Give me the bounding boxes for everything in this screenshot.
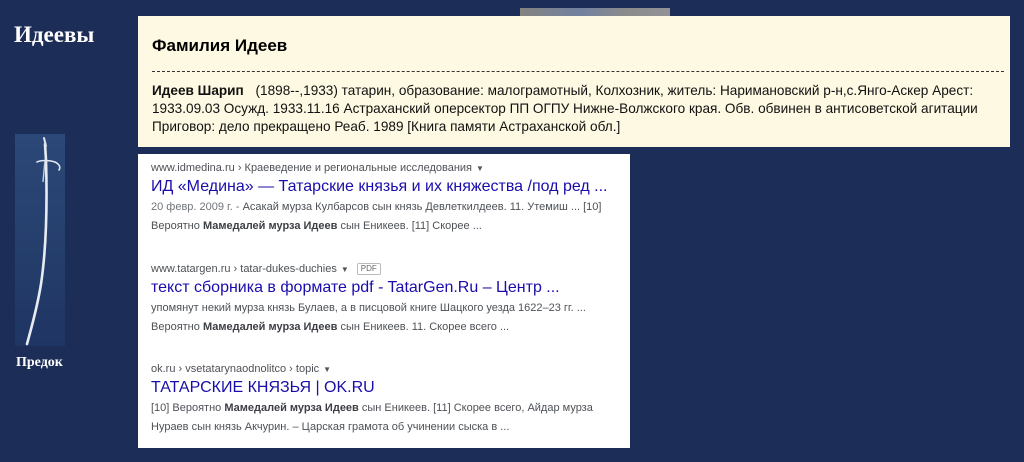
result-snippet-line: [10] Вероятно Мамедалей мурза Идеев сын …	[151, 402, 593, 414]
person-name: Идеев Шарип	[152, 83, 244, 98]
search-results-panel: www.idmedina.ru › Краеведение и регионал…	[138, 154, 630, 448]
result-breadcrumb[interactable]: www.tatargen.ru › tatar-dukes-duchies ▼ PD…	[151, 261, 626, 277]
surname-card: Фамилия Идеев Идеев Шарип (1898--,1933) …	[138, 16, 1010, 147]
pdf-badge: PDF	[356, 263, 381, 275]
result-snippet-line: Вероятно Мамедалей мурза Идеев сын Енике…	[151, 220, 482, 232]
sword-icon	[25, 137, 61, 346]
chevron-down-icon[interactable]: ▼	[476, 164, 484, 173]
chevron-down-icon[interactable]: ▼	[341, 265, 349, 274]
ancestor-sword-image	[15, 134, 65, 346]
result-title-link[interactable]: ТАТАРСКИЕ КНЯЗЬЯ | OK.RU	[151, 377, 626, 399]
search-result: www.idmedina.ru › Краеведение и регионал…	[151, 160, 626, 236]
chevron-down-icon[interactable]: ▼	[323, 365, 331, 374]
surname-heading: Фамилия Идеев	[152, 36, 288, 55]
result-breadcrumb[interactable]: ok.ru › vsetatarynaodnolitco › topic ▼	[151, 361, 626, 377]
ancestor-label: Предок	[16, 355, 63, 370]
person-entry: Идеев Шарип (1898--,1933) татарин, образ…	[152, 82, 1004, 136]
result-breadcrumb[interactable]: www.idmedina.ru › Краеведение и регионал…	[151, 160, 626, 176]
result-snippet-line: упомянут некий мурза князь Булаев, а в п…	[151, 302, 586, 314]
search-result: ok.ru › vsetatarynaodnolitco › topic ▼ ТА…	[151, 361, 626, 437]
result-title-link[interactable]: текст сборника в формате pdf - TatarGen.…	[151, 277, 626, 299]
result-snippet-line: 20 февр. 2009 г. - Асакай мурза Кулбарсо…	[151, 201, 602, 213]
result-snippet-line: Вероятно Мамедалей мурза Идеев сын Енике…	[151, 321, 510, 333]
result-title-link[interactable]: ИД «Медина» — Татарские князья и их княж…	[151, 176, 626, 198]
dashed-divider	[152, 71, 1004, 72]
result-snippet-line: Нураев сын князь Акчурин. – Царская грам…	[151, 421, 510, 433]
search-result: www.tatargen.ru › tatar-dukes-duchies ▼ PD…	[151, 261, 626, 337]
person-details: (1898--,1933) татарин, образование: мало…	[152, 83, 978, 134]
site-title: Идеевы	[14, 22, 95, 47]
